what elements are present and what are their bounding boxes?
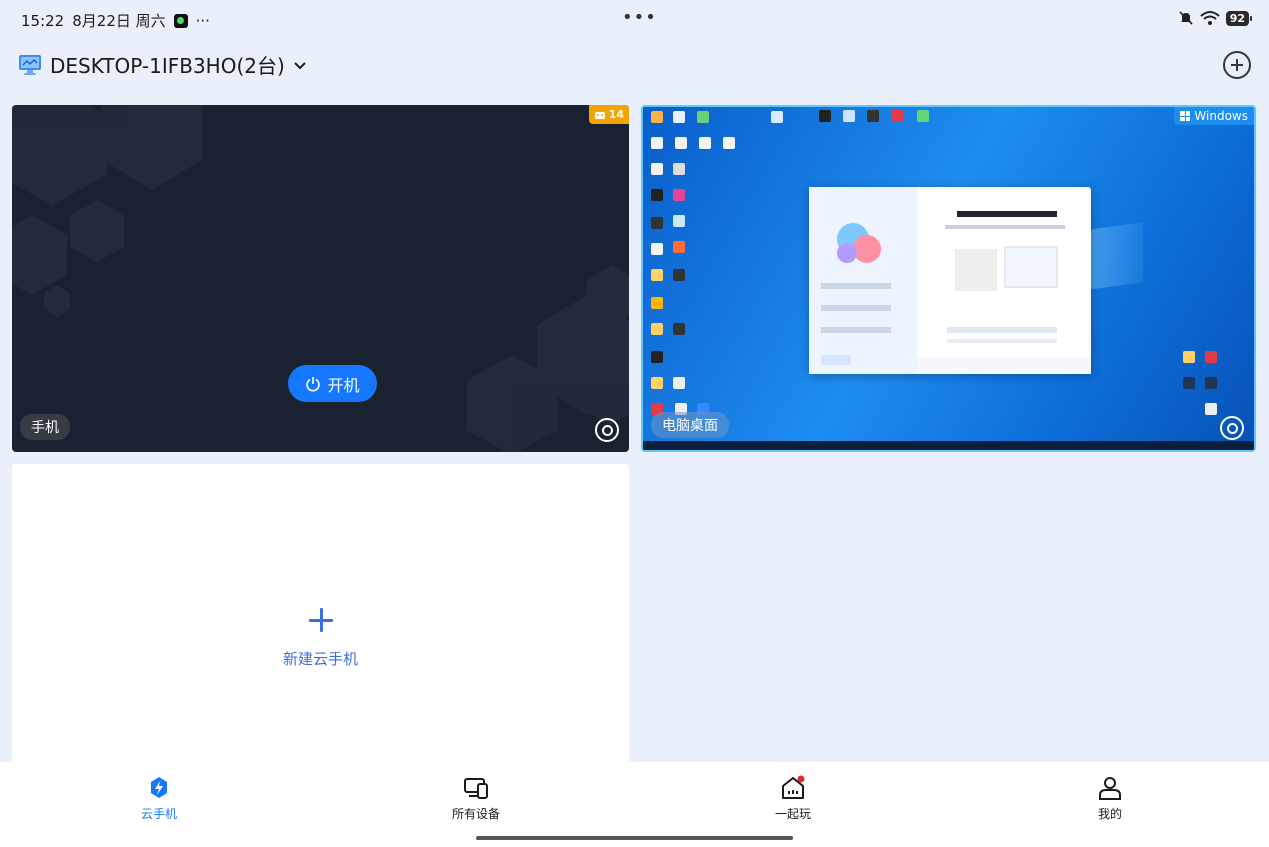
battery-icon: 92 xyxy=(1225,10,1253,26)
desktop-icon xyxy=(843,110,855,122)
nav-label: 我的 xyxy=(1097,807,1122,821)
plus-icon xyxy=(309,608,333,632)
desktop-icon xyxy=(651,189,663,201)
desktop-icon xyxy=(673,163,685,175)
desktop-icon xyxy=(651,137,663,149)
phone-settings-button[interactable] xyxy=(595,418,619,442)
desktop-icon xyxy=(867,110,879,122)
device-title: DESKTOP-1IFB3HO(2台) xyxy=(50,54,285,78)
desktop-icon xyxy=(771,111,783,123)
notification-app-icon xyxy=(173,13,188,28)
status-right: 92 xyxy=(1178,10,1253,26)
desktop-icon xyxy=(675,137,687,149)
desktop-icon xyxy=(723,137,735,149)
desktop-icon xyxy=(673,111,685,123)
pc-card-label: 电脑桌面 xyxy=(651,412,729,438)
windows-taskbar xyxy=(643,441,1254,450)
nav-item-mine[interactable]: 我的 xyxy=(1060,774,1160,822)
desktop-icon xyxy=(699,137,711,149)
new-cloud-phone-card[interactable]: 新建云手机 xyxy=(12,464,629,764)
login-window-preview xyxy=(809,187,1091,374)
desktop-icon xyxy=(651,351,663,363)
add-device-button[interactable] xyxy=(1223,51,1251,79)
cloud-phone-icon xyxy=(151,777,167,798)
desktop-icon xyxy=(1183,351,1195,363)
nav-item-all-devices[interactable]: 所有设备 xyxy=(426,774,526,822)
phone-card-label: 手机 xyxy=(20,414,70,440)
desktop-icon xyxy=(819,110,831,122)
new-cloud-phone-label: 新建云手机 xyxy=(282,650,358,668)
desktop-icon xyxy=(673,323,685,335)
desktop-icon xyxy=(651,269,663,281)
desktop-icon xyxy=(891,110,903,122)
status-bar: 15:22 8月22日 周六 ··· ••• 92 xyxy=(0,0,1269,38)
device-selector[interactable]: DESKTOP-1IFB3HO(2台) xyxy=(18,50,307,79)
nav-item-cloud-phone[interactable]: 云手机 xyxy=(109,774,209,822)
desktop-icon xyxy=(1205,377,1217,389)
power-icon xyxy=(306,376,321,391)
desktop-icon xyxy=(1205,403,1217,415)
plus-circle-icon xyxy=(1231,59,1243,71)
cloud-phone-card[interactable]: 14 开机 手机 xyxy=(12,105,629,452)
pc-desktop-card[interactable]: Windows 电脑桌面 xyxy=(641,105,1256,452)
devices-icon xyxy=(464,778,488,799)
chevron-down-icon xyxy=(294,61,306,69)
status-overflow: ··· xyxy=(195,11,210,30)
pc-settings-button[interactable] xyxy=(1220,416,1244,440)
desktop-icon xyxy=(673,269,685,281)
desktop-icon xyxy=(651,163,663,175)
home-indicator[interactable] xyxy=(476,836,793,840)
desktop-icon xyxy=(651,217,663,229)
desktop-icon xyxy=(673,377,685,389)
desktop-icon xyxy=(651,243,663,255)
wifi-icon xyxy=(1200,11,1220,25)
desktop-icon xyxy=(1205,351,1217,363)
mute-bell-icon xyxy=(1179,11,1193,25)
desktop-icon xyxy=(673,189,685,201)
app-login-window[interactable] xyxy=(809,187,1091,374)
android-icon xyxy=(594,111,605,119)
user-icon xyxy=(1099,777,1121,800)
nav-item-play-together[interactable]: 一起玩 xyxy=(743,774,843,822)
desktop-icon xyxy=(651,297,663,309)
phone-count: 14 xyxy=(608,108,624,121)
desktop-icon xyxy=(651,377,663,389)
nav-label: 云手机 xyxy=(140,807,177,821)
power-on-label: 开机 xyxy=(327,375,360,395)
bottom-navigation: 云手机 所有设备 一起玩 我的 xyxy=(0,762,1269,847)
desktop-icon xyxy=(697,111,709,123)
windows-badge: Windows xyxy=(1174,107,1254,125)
desktop-icon xyxy=(673,215,685,227)
windows-logo-icon xyxy=(1180,111,1191,121)
monitor-icon xyxy=(19,54,41,75)
desktop-icon xyxy=(651,111,663,123)
windows-badge-label: Windows xyxy=(1194,109,1248,123)
phone-count-badge: 14 xyxy=(588,105,629,124)
desktop-icon xyxy=(651,323,663,335)
multitask-dots[interactable]: ••• xyxy=(622,7,657,28)
home-icon xyxy=(782,775,805,799)
nav-label: 一起玩 xyxy=(774,807,811,821)
power-on-button[interactable]: 开机 xyxy=(288,365,377,402)
status-left: 15:22 8月22日 周六 ··· xyxy=(21,10,210,31)
desktop-icon xyxy=(673,241,685,253)
desktop-icon xyxy=(917,110,929,122)
desktop-icon xyxy=(1183,377,1195,389)
status-date: 8月22日 周六 xyxy=(72,12,166,30)
nav-label: 所有设备 xyxy=(451,807,500,821)
status-time: 15:22 xyxy=(21,11,65,30)
